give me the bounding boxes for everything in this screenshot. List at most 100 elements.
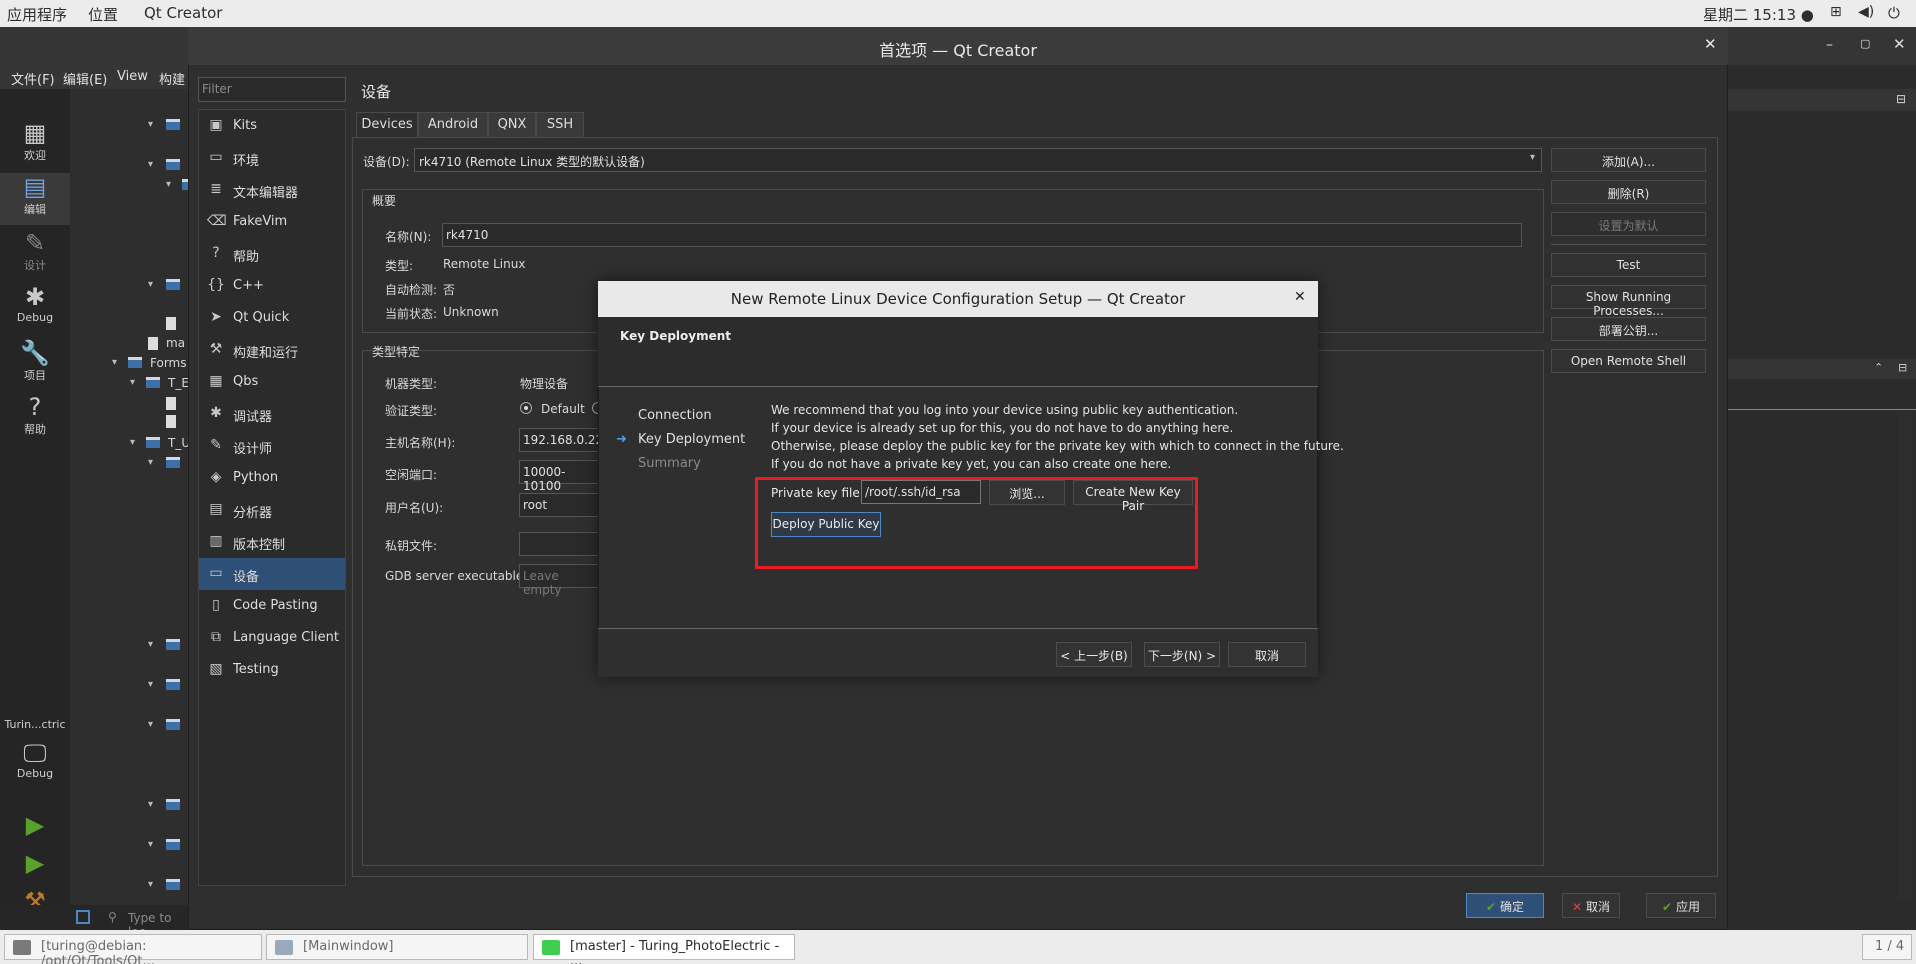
workspace-pager[interactable]: 1 / 4	[1862, 934, 1912, 960]
expand-arrow-icon[interactable]: ▾	[112, 357, 117, 368]
kit-selector[interactable]: 🖵 Debug	[0, 739, 70, 789]
gdb-server-field[interactable]: Leave empty	[519, 564, 599, 597]
category-label: 构建和运行	[233, 346, 299, 361]
set-default-button[interactable]: 设置为默认	[1551, 212, 1706, 236]
tab-devices[interactable]: Devices	[356, 112, 418, 138]
username-field[interactable]: root	[519, 493, 599, 517]
category-item[interactable]: {} C++	[199, 270, 345, 302]
debug-run-button[interactable]: ▶	[0, 849, 70, 879]
task-qt-creator[interactable]: [master] - Turing_PhotoElectric - ...	[533, 934, 795, 964]
private-key-field[interactable]	[519, 532, 599, 556]
tab-qnx[interactable]: QNX	[488, 112, 536, 138]
menu-view[interactable]: View	[117, 69, 148, 84]
cancel-button[interactable]: ✕ 取消	[1562, 893, 1620, 918]
close-icon[interactable]: ✕	[1294, 289, 1306, 305]
power-icon[interactable]: ⏻	[1888, 4, 1900, 22]
back-button[interactable]: < 上一步(B)	[1056, 642, 1132, 667]
maximize-icon[interactable]: ▢	[1860, 37, 1870, 50]
ok-button[interactable]: ✔ 确定	[1466, 893, 1544, 918]
expand-arrow-icon[interactable]: ▾	[148, 799, 153, 810]
category-item[interactable]: ▣ Kits	[199, 110, 345, 142]
tree-item-t-e[interactable]: T_E	[168, 376, 189, 390]
mode-projects[interactable]: 🔧 项目	[0, 339, 70, 389]
category-item[interactable]: ≣ 文本编辑器	[199, 174, 345, 206]
expand-arrow-icon[interactable]: ▾	[148, 279, 153, 290]
collapse-icon[interactable]: ⌃	[1874, 361, 1883, 374]
volume-icon[interactable]: ◀)	[1858, 4, 1874, 20]
category-item[interactable]: ▦ Qbs	[199, 366, 345, 398]
expand-arrow-icon[interactable]: ▾	[130, 437, 135, 448]
menu-edit[interactable]: 编辑(E)	[63, 69, 107, 88]
menu-file[interactable]: 文件(F)	[11, 69, 55, 88]
category-item[interactable]: ✱ 调试器	[199, 398, 345, 430]
deploy-public-key-side-button[interactable]: 部署公钥...	[1551, 317, 1706, 341]
scrollbar[interactable]	[1898, 411, 1912, 901]
device-combobox[interactable]: rk4710 (Remote Linux 类型的默认设备) ▾	[414, 148, 1542, 172]
category-label: FakeVim	[233, 214, 288, 229]
category-item[interactable]: ▧ Testing	[199, 654, 345, 686]
mode-help[interactable]: ? 帮助	[0, 393, 70, 443]
tree-item-ma[interactable]: ma	[166, 336, 185, 350]
mode-design[interactable]: ✎ 设计	[0, 229, 70, 279]
category-item[interactable]: ➤ Qt Quick	[199, 302, 345, 334]
host-field[interactable]: 192.168.0.22	[519, 428, 603, 452]
active-app-menu[interactable]: Qt Creator	[144, 4, 222, 22]
next-button[interactable]: 下一步(N) >	[1144, 642, 1220, 667]
close-pane-icon[interactable]: ⊟	[1898, 361, 1907, 374]
category-item[interactable]: ▥ 版本控制	[199, 526, 345, 558]
split-icon[interactable]: ⊟	[1896, 92, 1906, 106]
category-item[interactable]: ⧉ Language Client	[199, 622, 345, 654]
device-name-field[interactable]: rk4710	[442, 223, 1522, 247]
category-item[interactable]: ⚒ 构建和运行	[199, 334, 345, 366]
expand-arrow-icon[interactable]: ▾	[148, 159, 153, 170]
expand-arrow-icon[interactable]: ▾	[148, 679, 153, 690]
expand-arrow-icon[interactable]: ▾	[148, 719, 153, 730]
category-item[interactable]: ▤ 分析器	[199, 494, 345, 526]
wizard-cancel-button[interactable]: 取消	[1228, 642, 1306, 667]
minimize-icon[interactable]: –	[1826, 37, 1833, 53]
close-icon[interactable]: ✕	[1704, 35, 1717, 53]
expand-arrow-icon[interactable]: ▾	[130, 377, 135, 388]
category-item[interactable]: ◈ Python	[199, 462, 345, 494]
free-ports-label: 空闲端口:	[385, 468, 438, 482]
free-ports-field[interactable]: 10000-10100	[519, 460, 599, 493]
clock[interactable]: 星期二 15:13 ●	[1703, 4, 1814, 25]
category-item[interactable]: ▭ 环境	[199, 142, 345, 174]
auth-default-radio[interactable]	[520, 402, 532, 414]
category-filter-input[interactable]: Filter	[198, 77, 346, 102]
tree-item-forms[interactable]: Forms	[150, 356, 186, 370]
task-mainwindow[interactable]: [Mainwindow]	[266, 934, 528, 960]
kit-target-label[interactable]: Turin...ctric	[0, 718, 70, 736]
category-item[interactable]: ? 帮助	[199, 238, 345, 270]
search-icon: ⚲	[108, 910, 117, 924]
test-button[interactable]: Test	[1551, 253, 1706, 277]
open-remote-shell-button[interactable]: Open Remote Shell	[1551, 349, 1706, 373]
category-item[interactable]: ✎ 设计师	[199, 430, 345, 462]
expand-arrow-icon[interactable]: ▾	[148, 639, 153, 650]
expand-arrow-icon[interactable]: ▾	[166, 179, 171, 190]
applications-menu[interactable]: 应用程序	[7, 4, 67, 25]
run-button[interactable]: ▶	[0, 811, 70, 841]
expand-arrow-icon[interactable]: ▾	[148, 119, 153, 130]
remove-device-button[interactable]: 删除(R)	[1551, 180, 1706, 204]
mode-edit[interactable]: ▤ 编辑	[0, 173, 70, 225]
places-menu[interactable]: 位置	[88, 4, 118, 25]
mode-debug[interactable]: ✱ Debug	[0, 283, 70, 333]
expand-arrow-icon[interactable]: ▾	[148, 879, 153, 890]
add-device-button[interactable]: 添加(A)...	[1551, 148, 1706, 172]
close-icon[interactable]: ✕	[1893, 35, 1906, 53]
tab-ssh[interactable]: SSH	[536, 112, 584, 138]
tab-android[interactable]: Android	[418, 112, 488, 138]
tree-item-t-u[interactable]: T_U	[168, 436, 190, 450]
category-item[interactable]: ⌫ FakeVim	[199, 206, 345, 238]
expand-arrow-icon[interactable]: ▾	[148, 457, 153, 468]
category-item[interactable]: ▯ Code Pasting	[199, 590, 345, 622]
show-running-processes-button[interactable]: Show Running Processes...	[1551, 285, 1706, 318]
task-terminal[interactable]: [turing@debian: /opt/Qt/Tools/Qt...	[4, 934, 262, 964]
network-icon[interactable]: ⊞	[1830, 4, 1842, 20]
apply-button[interactable]: ✔ 应用	[1646, 893, 1716, 918]
sidebar-toggle-icon[interactable]	[76, 910, 90, 924]
mode-welcome[interactable]: ▦ 欢迎	[0, 119, 70, 169]
category-item[interactable]: ▭ 设备	[199, 558, 345, 590]
expand-arrow-icon[interactable]: ▾	[148, 839, 153, 850]
